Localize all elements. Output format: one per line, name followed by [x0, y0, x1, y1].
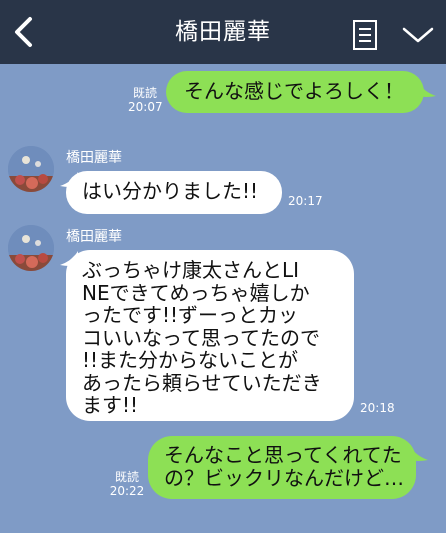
incoming-message-bubble[interactable]: はい分かりました!!: [66, 171, 282, 214]
message-line: の？ビックリなんだけど…: [164, 466, 404, 490]
message-text: はい分かりました!!: [82, 179, 259, 203]
expand-menu-button[interactable]: [400, 22, 436, 48]
message-line: ったです!!ずーっとカッ: [82, 303, 299, 327]
message-time: 20:17: [288, 194, 323, 208]
message-text: そんな感じでよろしく！: [184, 79, 404, 103]
avatar[interactable]: [8, 146, 54, 192]
message-line: ます!!: [82, 393, 139, 417]
message-time: 20:22: [109, 484, 145, 498]
message-line: !!また分からないことが: [82, 348, 299, 372]
sender-name: 橋田麗華: [66, 150, 122, 166]
avatar-image: [8, 146, 54, 192]
read-label: 既読: [114, 470, 139, 484]
bubble-tail: [410, 446, 428, 461]
avatar-image: [8, 225, 54, 271]
chat-header: 橋田麗華: [0, 0, 446, 64]
avatar[interactable]: [8, 225, 54, 271]
outgoing-message-bubble[interactable]: そんなこと思ってくれてた の？ビックリなんだけど…: [148, 436, 416, 499]
bubble-tail: [418, 82, 436, 97]
note-button[interactable]: [350, 18, 380, 52]
note-icon: [353, 20, 377, 50]
message-line: あったら頼らせていただき: [82, 370, 322, 395]
outgoing-message-bubble[interactable]: そんな感じでよろしく！: [166, 71, 424, 113]
sender-name: 橋田麗華: [66, 229, 122, 245]
read-receipt: 既読 20:07: [128, 86, 163, 114]
message-line: コいいなって思ってたので: [82, 325, 320, 350]
chevron-down-icon: [402, 27, 434, 43]
message-time: 20:07: [128, 100, 163, 114]
message-line: そんなこと思ってくれてた: [164, 443, 402, 467]
incoming-message-bubble[interactable]: ぶっちゃけ康太さんとLI NEできてめっちゃ嬉しか ったです!!ずーっとカッ コ…: [66, 250, 354, 421]
message-time: 20:18: [360, 401, 395, 415]
message-line: NEできてめっちゃ嬉しか: [82, 280, 310, 305]
read-label: 既読: [132, 86, 157, 100]
message-line: ぶっちゃけ康太さんとLI: [82, 258, 300, 282]
read-receipt: 既読 20:22: [108, 470, 146, 498]
